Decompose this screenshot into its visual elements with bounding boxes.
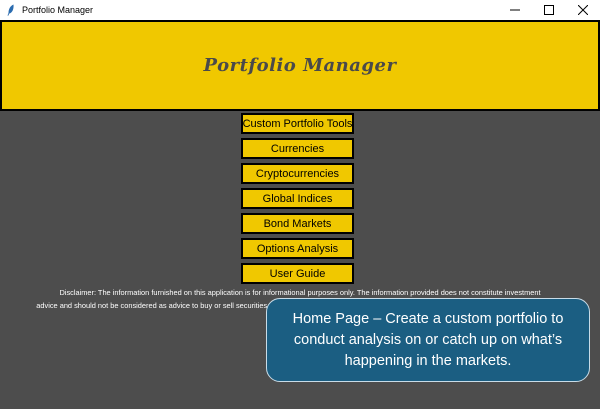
maximize-icon — [544, 5, 554, 15]
bond-markets-button[interactable]: Bond Markets — [241, 213, 354, 234]
close-icon — [578, 5, 588, 15]
main-menu: Custom Portfolio Tools Currencies Crypto… — [241, 113, 354, 288]
header-banner: Portfolio Manager — [0, 20, 600, 111]
close-button[interactable] — [566, 0, 600, 20]
callout-text: Home Page – Create a custom portfolio to… — [292, 310, 564, 369]
window-title-bar: Portfolio Manager — [0, 0, 600, 20]
minimize-button[interactable] — [498, 0, 532, 20]
banner-title: Portfolio Manager — [203, 55, 397, 76]
cryptocurrencies-button[interactable]: Cryptocurrencies — [241, 163, 354, 184]
maximize-button[interactable] — [532, 0, 566, 20]
window-controls — [498, 0, 600, 20]
window-title: Portfolio Manager — [22, 5, 94, 15]
feather-icon — [6, 4, 16, 16]
user-guide-button[interactable]: User Guide — [241, 263, 354, 284]
minimize-icon — [510, 9, 520, 11]
currencies-button[interactable]: Currencies — [241, 138, 354, 159]
home-page-callout: Home Page – Create a custom portfolio to… — [266, 298, 590, 382]
options-analysis-button[interactable]: Options Analysis — [241, 238, 354, 259]
global-indices-button[interactable]: Global Indices — [241, 188, 354, 209]
custom-portfolio-tools-button[interactable]: Custom Portfolio Tools — [241, 113, 354, 134]
